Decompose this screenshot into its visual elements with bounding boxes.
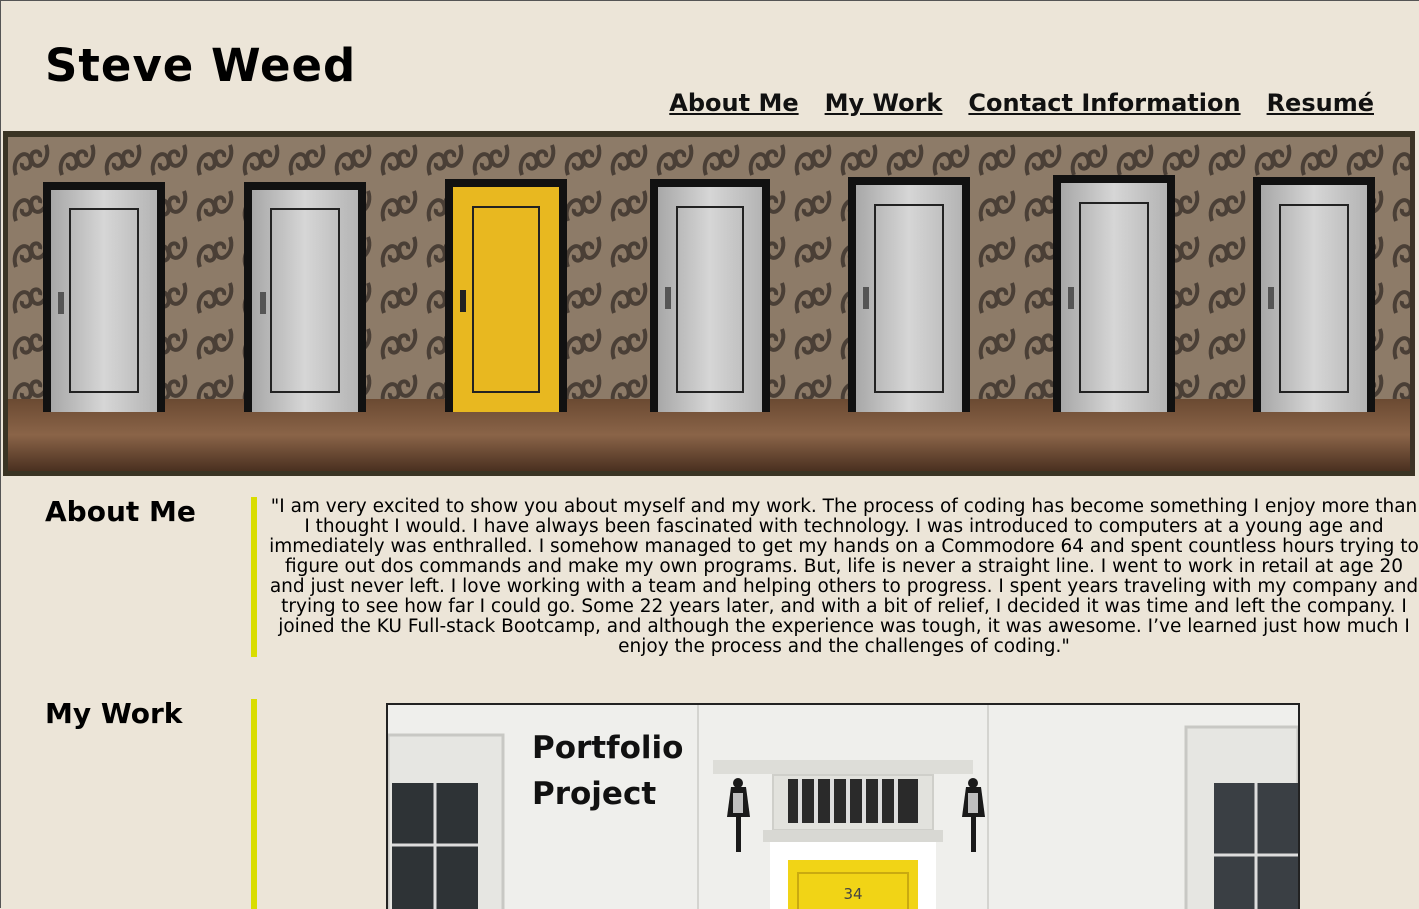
- main-nav: About Me My Work Contact Information Res…: [669, 89, 1374, 117]
- site-title: Steve Weed: [45, 39, 357, 92]
- nav-about-me[interactable]: About Me: [669, 89, 798, 117]
- door-1: [43, 182, 165, 412]
- door-5: [848, 177, 970, 412]
- portfolio-project-label: Portfolio Project: [532, 730, 684, 812]
- building-facade-image: 34: [388, 705, 1298, 909]
- door-7: [1253, 177, 1375, 412]
- site-header: Steve Weed About Me My Work Contact Info…: [1, 1, 1419, 131]
- doors-illustration: [8, 137, 1410, 471]
- door-number: 34: [843, 885, 862, 903]
- about-me-heading: About Me: [45, 495, 196, 528]
- door-4: [650, 179, 770, 412]
- nav-contact-information[interactable]: Contact Information: [968, 89, 1240, 117]
- about-accent-rule: [251, 497, 257, 657]
- my-work-heading: My Work: [45, 697, 183, 730]
- door-3-yellow: [445, 179, 567, 412]
- about-me-text: "I am very excited to show you about mys…: [269, 496, 1419, 657]
- work-accent-rule: [251, 699, 257, 909]
- hero-image-doors: [3, 131, 1415, 476]
- door-2: [244, 182, 366, 412]
- door-6: [1053, 175, 1175, 412]
- portfolio-project-card[interactable]: 34 Portfolio Project: [386, 703, 1300, 909]
- nav-resume[interactable]: Resumé: [1267, 89, 1374, 117]
- nav-my-work[interactable]: My Work: [825, 89, 943, 117]
